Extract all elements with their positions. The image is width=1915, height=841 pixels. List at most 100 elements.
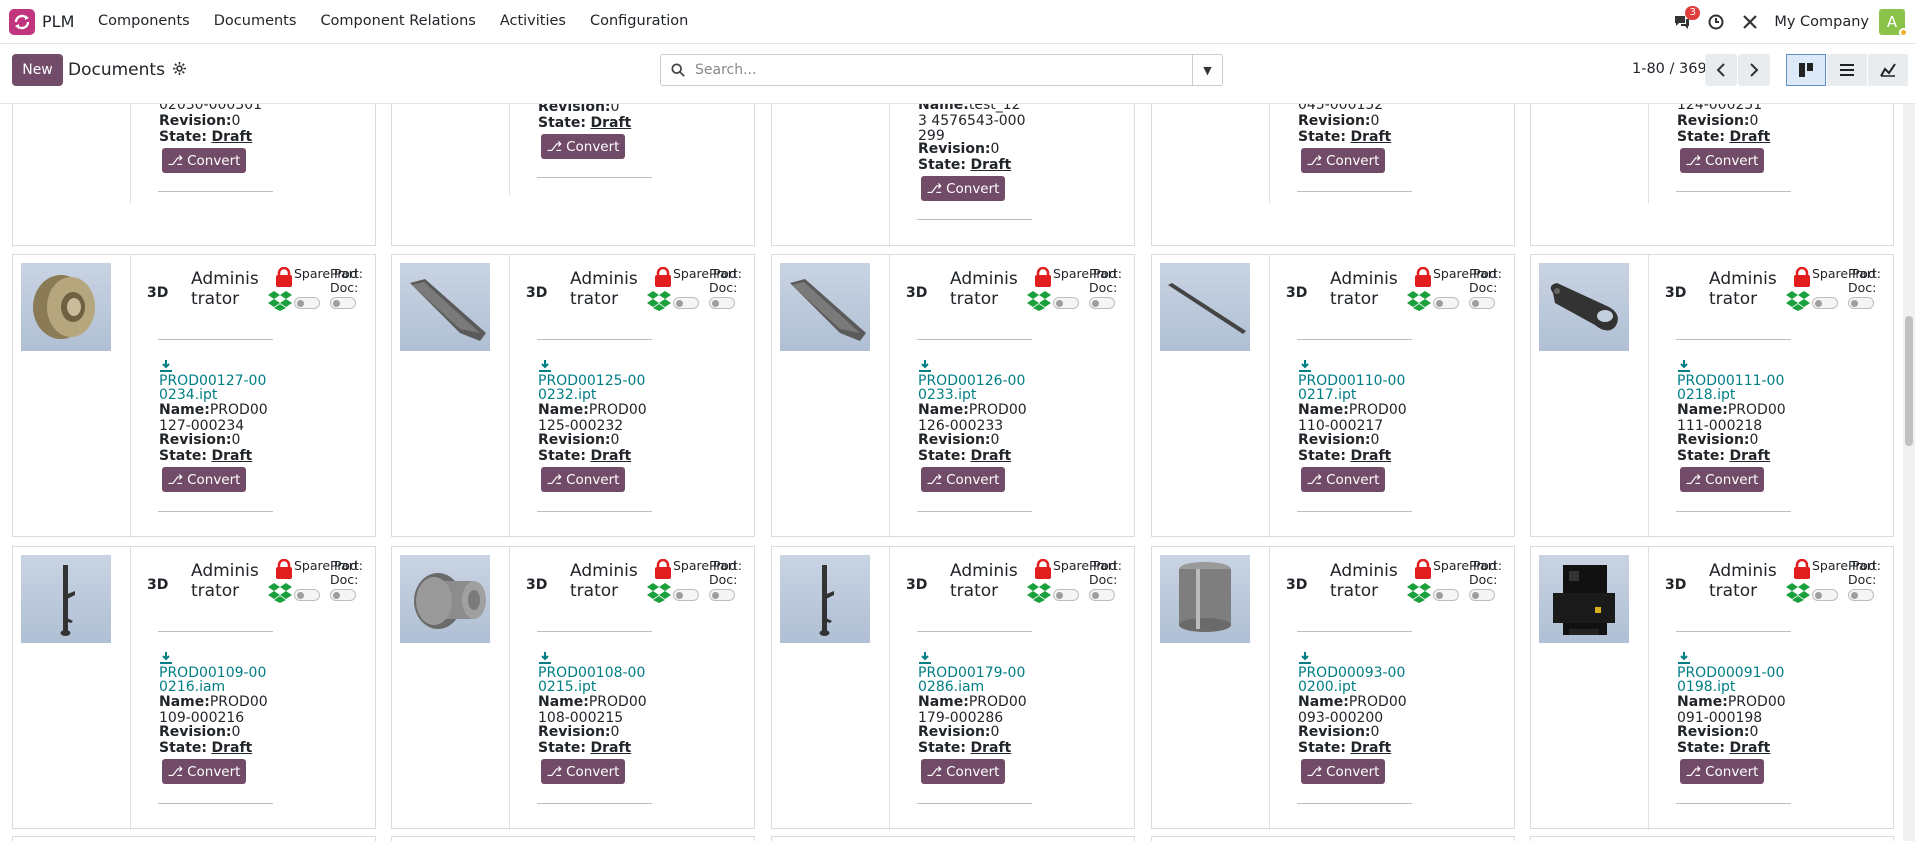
document-card[interactable]: 124-000251 Revision:0 State: Draft ⎇ Conv… xyxy=(1530,104,1894,246)
download-icon[interactable] xyxy=(538,358,552,372)
pager-value[interactable]: 1-80 / 369 xyxy=(1632,61,1707,77)
document-thumbnail[interactable] xyxy=(21,555,111,643)
document-thumbnail[interactable] xyxy=(1160,263,1250,351)
document-card[interactable]: 3D Administrator Spare Part: Prod Doc: P… xyxy=(1530,254,1894,538)
document-card[interactable] xyxy=(771,836,1135,841)
download-icon[interactable] xyxy=(918,650,932,664)
convert-button[interactable]: ⎇ Convert xyxy=(541,759,625,784)
convert-button[interactable]: ⎇ Convert xyxy=(921,467,1005,492)
download-icon[interactable] xyxy=(1298,650,1312,664)
document-card[interactable]: 3D Administrator Spare Part: Prod Doc: P… xyxy=(391,254,755,538)
file-name-link[interactable]: PROD00091-000198.ipt xyxy=(1677,666,1787,694)
document-thumbnail[interactable] xyxy=(1539,263,1629,351)
convert-button[interactable]: ⎇ Convert xyxy=(541,134,625,159)
prod-doc-toggle[interactable] xyxy=(1469,297,1495,309)
prod-doc-toggle[interactable] xyxy=(330,297,356,309)
prod-doc-toggle[interactable] xyxy=(709,589,735,601)
document-card[interactable]: 3D Administrator Spare Part: Prod Doc: P… xyxy=(771,254,1135,538)
search-input[interactable] xyxy=(695,56,1192,84)
spare-part-toggle[interactable] xyxy=(1812,589,1838,601)
convert-button[interactable]: ⎇ Convert xyxy=(162,467,246,492)
spare-part-toggle[interactable] xyxy=(294,297,320,309)
convert-button[interactable]: ⎇ Convert xyxy=(1680,148,1764,173)
file-name-link[interactable]: PROD00093-000200.ipt xyxy=(1298,666,1408,694)
convert-button[interactable]: ⎇ Convert xyxy=(1301,467,1385,492)
convert-button[interactable]: ⎇ Convert xyxy=(921,759,1005,784)
prod-doc-toggle[interactable] xyxy=(1089,589,1115,601)
document-thumbnail[interactable] xyxy=(1160,555,1250,643)
prod-doc-toggle[interactable] xyxy=(1848,589,1874,601)
document-thumbnail[interactable] xyxy=(780,555,870,643)
prod-doc-toggle[interactable] xyxy=(709,297,735,309)
convert-button[interactable]: ⎇ Convert xyxy=(162,759,246,784)
file-name-link[interactable]: PROD00111-000218.ipt xyxy=(1677,374,1787,402)
menu-documents[interactable]: Documents xyxy=(214,13,297,29)
tools-icon[interactable] xyxy=(1740,12,1760,32)
download-icon[interactable] xyxy=(538,650,552,664)
convert-button[interactable]: ⎇ Convert xyxy=(1680,467,1764,492)
convert-button[interactable]: ⎇ Convert xyxy=(162,148,246,173)
download-icon[interactable] xyxy=(1298,358,1312,372)
prod-doc-toggle[interactable] xyxy=(1089,297,1115,309)
spare-part-toggle[interactable] xyxy=(1053,589,1079,601)
list-view-button[interactable] xyxy=(1827,54,1867,86)
file-name-link[interactable]: PROD00109-000216.iam xyxy=(159,666,269,694)
download-icon[interactable] xyxy=(159,650,173,664)
clock-icon[interactable] xyxy=(1706,12,1726,32)
convert-button[interactable]: ⎇ Convert xyxy=(921,176,1005,201)
menu-component-relations[interactable]: Component Relations xyxy=(320,13,475,29)
convert-button[interactable]: ⎇ Convert xyxy=(1680,759,1764,784)
kanban-view-button[interactable] xyxy=(1786,54,1826,86)
document-thumbnail[interactable] xyxy=(400,555,490,643)
document-thumbnail[interactable] xyxy=(400,263,490,351)
file-name-link[interactable]: PROD00108-000215.ipt xyxy=(538,666,648,694)
document-thumbnail[interactable] xyxy=(21,263,111,351)
document-card[interactable] xyxy=(12,836,376,841)
download-icon[interactable] xyxy=(159,358,173,372)
document-thumbnail[interactable] xyxy=(1539,555,1629,643)
convert-button[interactable]: ⎇ Convert xyxy=(1301,148,1385,173)
prod-doc-toggle[interactable] xyxy=(330,589,356,601)
app-name[interactable]: PLM xyxy=(42,12,74,31)
document-card[interactable]: 3D Administrator Spare Part: Prod Doc: P… xyxy=(1530,546,1894,830)
gear-icon[interactable] xyxy=(172,61,186,79)
search-options-toggle[interactable]: ▼ xyxy=(1192,55,1222,85)
prod-doc-toggle[interactable] xyxy=(1469,589,1495,601)
document-card[interactable]: Name:test_123 4576543-000299 Revision:0 … xyxy=(771,104,1135,247)
menu-activities[interactable]: Activities xyxy=(500,13,566,29)
spare-part-toggle[interactable] xyxy=(1433,589,1459,601)
document-card[interactable]: 3D Administrator Spare Part: Prod Doc: P… xyxy=(12,546,376,830)
spare-part-toggle[interactable] xyxy=(673,589,699,601)
chat-icon[interactable]: 3 xyxy=(1672,6,1701,32)
spare-part-toggle[interactable] xyxy=(294,589,320,601)
scrollbar-thumb[interactable] xyxy=(1905,316,1913,446)
spare-part-toggle[interactable] xyxy=(1812,297,1838,309)
file-name-link[interactable]: PROD00127-000234.ipt xyxy=(159,374,269,402)
spare-part-toggle[interactable] xyxy=(673,297,699,309)
spare-part-toggle[interactable] xyxy=(1433,297,1459,309)
document-card[interactable]: 02030-000301 Revision:0 State: Draft ⎇ Co… xyxy=(12,104,376,246)
document-card[interactable] xyxy=(1151,836,1515,841)
company-switcher[interactable]: My Company xyxy=(1774,14,1869,30)
document-card[interactable]: 3D Administrator Spare Part: Prod Doc: P… xyxy=(1151,254,1515,538)
document-card[interactable]: 045-000152 Revision:0 State: Draft ⎇ Conv… xyxy=(1151,104,1515,246)
document-card[interactable]: 3D Administrator Spare Part: Prod Doc: P… xyxy=(391,546,755,830)
file-name-link[interactable]: PROD00179-000286.iam xyxy=(918,666,1028,694)
menu-configuration[interactable]: Configuration xyxy=(590,13,688,29)
spare-part-toggle[interactable] xyxy=(1053,297,1079,309)
document-card[interactable]: 3D Administrator Spare Part: Prod Doc: P… xyxy=(12,254,376,538)
download-icon[interactable] xyxy=(918,358,932,372)
document-card[interactable]: 3D Administrator Spare Part: Prod Doc: P… xyxy=(1151,546,1515,830)
document-card[interactable]: Revision:0 State: Draft ⎇ Convert xyxy=(391,104,755,246)
file-name-link[interactable]: PROD00126-000233.ipt xyxy=(918,374,1028,402)
prod-doc-toggle[interactable] xyxy=(1848,297,1874,309)
menu-components[interactable]: Components xyxy=(98,13,190,29)
file-name-link[interactable]: PROD00110-000217.ipt xyxy=(1298,374,1408,402)
download-icon[interactable] xyxy=(1677,358,1691,372)
document-card[interactable] xyxy=(391,836,755,841)
file-name-link[interactable]: PROD00125-000232.ipt xyxy=(538,374,648,402)
user-avatar[interactable]: A xyxy=(1879,9,1908,37)
convert-button[interactable]: ⎇ Convert xyxy=(541,467,625,492)
new-button[interactable]: New xyxy=(12,54,63,86)
plm-app-icon[interactable] xyxy=(9,9,35,35)
